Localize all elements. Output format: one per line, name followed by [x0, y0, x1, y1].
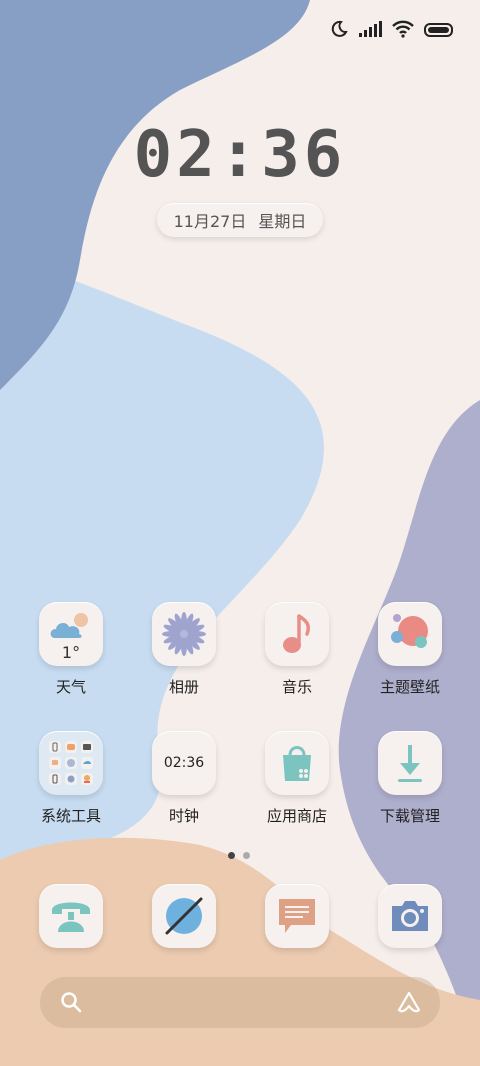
phone-icon: [39, 884, 103, 948]
app-label: 相册: [168, 678, 199, 696]
themes-icon: [378, 602, 442, 666]
app-music[interactable]: 音乐: [247, 602, 347, 697]
dock-browser[interactable]: [134, 884, 234, 948]
music-icon: [265, 602, 329, 666]
weekday-text: 星期日: [258, 212, 307, 231]
app-store-icon: [265, 731, 329, 795]
app-system-tools[interactable]: 系统工具: [21, 731, 121, 826]
page-dot-1[interactable]: [228, 852, 235, 859]
dock-phone[interactable]: [21, 884, 121, 948]
clock-icon: 02:36: [152, 731, 216, 795]
moon-icon: [330, 20, 348, 42]
assistant-icon[interactable]: [396, 990, 422, 1018]
app-label: 下载管理: [379, 807, 440, 825]
app-label: 时钟: [168, 807, 199, 825]
dock-camera[interactable]: [360, 884, 460, 948]
page-dot-2[interactable]: [243, 852, 250, 859]
app-label: 天气: [55, 678, 86, 696]
browser-icon: [152, 884, 216, 948]
search-icon: [60, 991, 82, 1017]
gallery-icon: [152, 602, 216, 666]
clock-icon-time: 02:36: [163, 755, 205, 771]
weather-icon: 1°: [39, 602, 103, 666]
lock-clock[interactable]: 02:36: [0, 118, 480, 192]
app-gallery[interactable]: 相册: [134, 602, 234, 697]
app-label: 系统工具: [40, 807, 101, 825]
app-store[interactable]: 应用商店: [247, 731, 347, 826]
camera-icon: [378, 884, 442, 948]
app-clock[interactable]: 02:36 时钟: [134, 731, 234, 826]
app-downloads[interactable]: 下载管理: [360, 731, 460, 826]
download-icon: [378, 731, 442, 795]
app-weather[interactable]: 1° 天气: [21, 602, 121, 697]
app-themes[interactable]: 主题壁纸: [360, 602, 460, 697]
system-tools-folder-icon: [39, 731, 103, 795]
wifi-icon: [392, 20, 414, 42]
app-label: 应用商店: [266, 807, 327, 825]
search-bar[interactable]: [40, 977, 440, 1028]
messages-icon: [265, 884, 329, 948]
app-label: 音乐: [281, 678, 312, 696]
date-text: 11月27日: [173, 212, 247, 231]
weather-temp: 1°: [61, 643, 81, 662]
battery-icon: [424, 22, 454, 41]
status-bar: [330, 20, 454, 42]
dock-messages[interactable]: [247, 884, 347, 948]
signal-icon: [358, 21, 382, 41]
page-indicator[interactable]: [228, 852, 250, 859]
app-label: 主题壁纸: [379, 678, 440, 696]
date-widget[interactable]: 11月27日 星期日: [157, 203, 323, 237]
